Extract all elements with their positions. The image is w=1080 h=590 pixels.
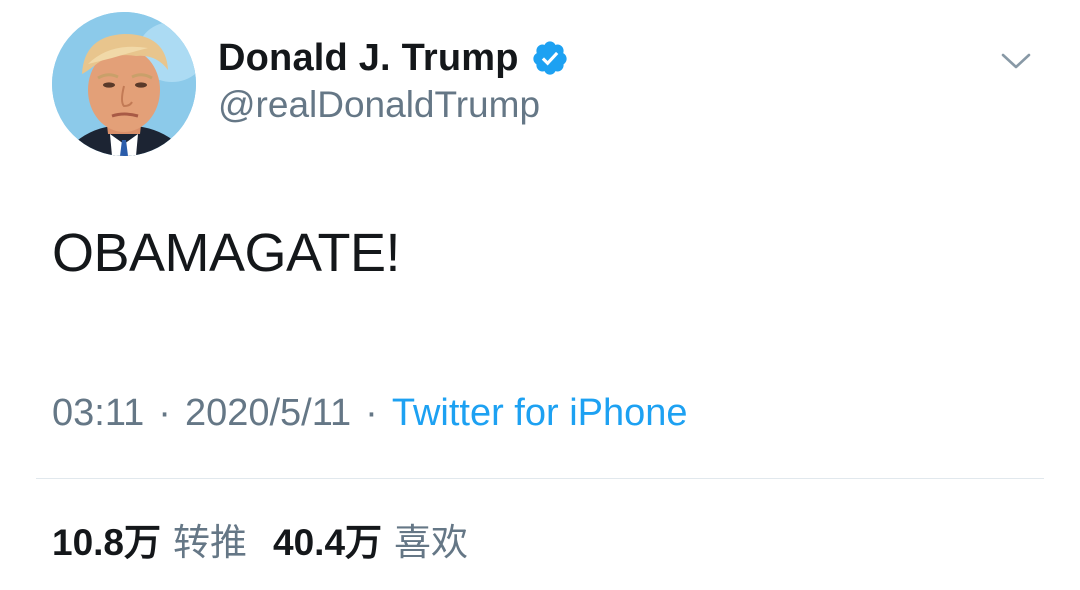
author-handle[interactable]: @realDonaldTrump (218, 84, 540, 126)
retweets-count: 10.8万 (52, 522, 162, 563)
tweet-stats: 10.8万 转推 40.4万 喜欢 (52, 512, 468, 566)
retweets-label: 转推 (173, 522, 248, 563)
meta-separator: · (365, 392, 378, 434)
tweet-date[interactable]: 2020/5/11 (185, 392, 351, 435)
verified-badge-icon (531, 39, 569, 77)
author-name-row[interactable]: Donald J. Trump (218, 34, 569, 82)
tweet-text: OBAMAGATE! (52, 223, 401, 283)
likes-stat[interactable]: 40.4万 喜欢 (273, 512, 468, 566)
divider (36, 478, 1044, 479)
meta-separator: · (158, 392, 171, 434)
avatar[interactable] (52, 12, 196, 156)
author-display-name[interactable]: Donald J. Trump (218, 37, 519, 80)
retweets-stat[interactable]: 10.8万 转推 (52, 512, 247, 566)
avatar-photo-icon (52, 12, 196, 156)
likes-label: 喜欢 (394, 522, 469, 563)
chevron-down-icon[interactable] (998, 48, 1034, 74)
likes-count: 40.4万 (273, 522, 383, 563)
tweet-time[interactable]: 03:11 (52, 392, 144, 435)
tweet-meta: 03:11 · 2020/5/11 · Twitter for iPhone (52, 392, 688, 435)
tweet-source-link[interactable]: Twitter for iPhone (392, 392, 688, 435)
tweet-card: Donald J. Trump @realDonaldTrump OBAMAGA… (0, 0, 1080, 590)
